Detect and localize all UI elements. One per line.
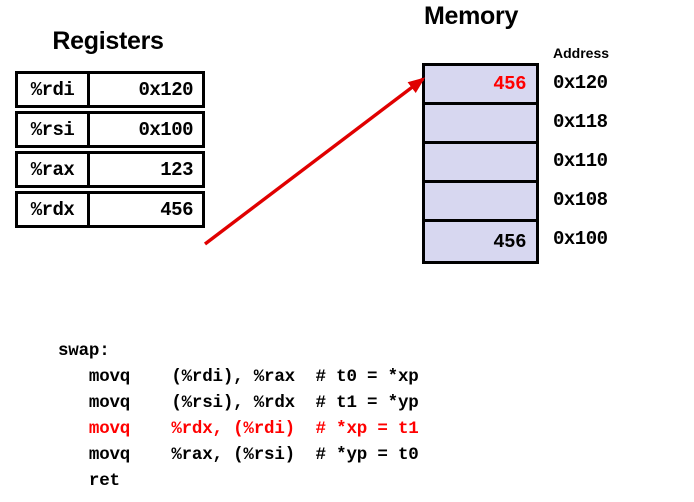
memory-table: 456 456: [422, 63, 539, 264]
register-row: %rdx 456: [15, 191, 205, 228]
memory-address-label: 0x100: [553, 227, 608, 250]
assembly-code-block: swap: movq (%rdi), %rax # t0 = *xp movq …: [58, 338, 419, 494]
register-row: %rdi 0x120: [15, 71, 205, 108]
memory-address-label: 0x120: [553, 71, 608, 94]
address-column: 0x120 0x118 0x110 0x108 0x100: [553, 63, 608, 258]
memory-address-label: 0x110: [553, 149, 608, 172]
rdx-to-memory-arrow-icon: [203, 77, 426, 246]
code-line: swap:: [58, 341, 110, 361]
code-line: movq (%rdi), %rax # t0 = *xp: [58, 367, 419, 387]
code-line: movq (%rsi), %rdx # t1 = *yp: [58, 393, 419, 413]
code-line: ret: [58, 471, 120, 491]
memory-cell: [425, 144, 536, 183]
register-row: %rsi 0x100: [15, 111, 205, 148]
memory-cell: 456: [425, 66, 536, 105]
slide-canvas: Registers %rdi 0x120 %rsi 0x100 %rax 123 %rdx 4…: [0, 0, 694, 502]
registers-heading: Registers: [52, 27, 164, 55]
memory-address-label: 0x118: [553, 110, 608, 133]
register-name: %rsi: [18, 114, 90, 145]
register-name: %rdi: [18, 74, 90, 105]
register-value: 0x120: [138, 78, 193, 101]
register-row: %rax 123: [15, 151, 205, 188]
memory-cell: 456: [425, 222, 536, 261]
address-column-heading: Address: [553, 45, 610, 61]
register-name: %rax: [18, 154, 90, 185]
register-value: 123: [160, 158, 193, 181]
register-name: %rdx: [18, 194, 90, 225]
memory-cell: [425, 183, 536, 222]
registers-table: %rdi 0x120 %rsi 0x100 %rax 123 %rdx 456: [15, 71, 205, 231]
code-line: movq %rdx, (%rdi) # *xp = t1: [58, 419, 419, 439]
memory-heading: Memory: [424, 2, 519, 30]
register-value: 456: [160, 198, 193, 221]
code-line: movq %rax, (%rsi) # *yp = t0: [58, 445, 419, 465]
memory-cell: [425, 105, 536, 144]
memory-address-label: 0x108: [553, 188, 608, 211]
register-value: 0x100: [138, 118, 193, 141]
